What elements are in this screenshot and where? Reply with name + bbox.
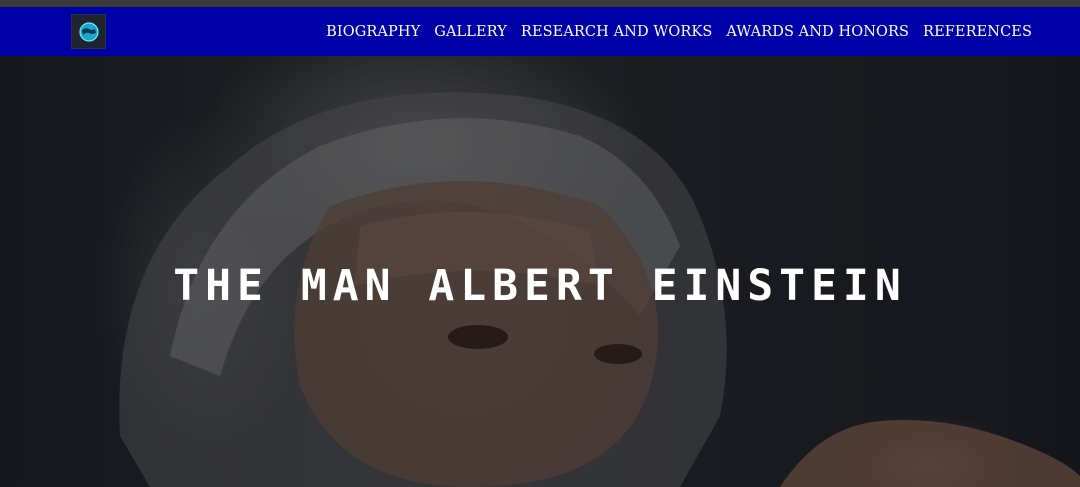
nav-link-biography[interactable]: BIOGRAPHY bbox=[326, 24, 420, 40]
nav-link-gallery[interactable]: GALLERY bbox=[434, 24, 507, 40]
hero-section: THE MAN ALBERT EINSTEIN bbox=[0, 56, 1080, 487]
globe-logo-icon bbox=[78, 21, 99, 42]
hero-title: THE MAN ALBERT EINSTEIN bbox=[173, 261, 907, 311]
main-nav: BIOGRAPHY GALLERY RESEARCH AND WORKS AWA… bbox=[326, 7, 1032, 56]
navbar: BIOGRAPHY GALLERY RESEARCH AND WORKS AWA… bbox=[0, 7, 1080, 56]
nav-link-research-and-works[interactable]: RESEARCH AND WORKS bbox=[521, 24, 712, 40]
site-logo[interactable] bbox=[71, 14, 106, 49]
nav-link-references[interactable]: REFERENCES bbox=[923, 24, 1032, 40]
nav-link-awards-and-honors[interactable]: AWARDS AND HONORS bbox=[726, 24, 909, 40]
browser-top-strip bbox=[0, 0, 1080, 7]
